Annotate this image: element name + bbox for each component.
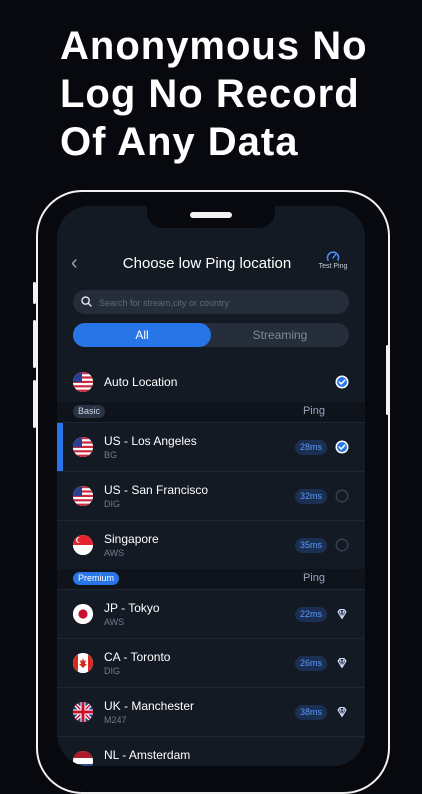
uk-flag-icon — [73, 702, 93, 722]
nav-bar: ‹ Choose low Ping location Test Ping — [57, 246, 365, 282]
location-row-singapore[interactable]: Singapore AWS 35ms — [57, 520, 365, 569]
auto-location-label: Auto Location — [104, 375, 178, 389]
location-row-uk-manchester[interactable]: UK - Manchester M247 38ms — [57, 687, 365, 736]
ping-badge: 22ms — [294, 607, 327, 622]
phone-volume-up — [33, 320, 36, 368]
test-ping-label: Test Ping — [318, 263, 348, 270]
headline: Anonymous No Log No Record Of Any Data — [60, 24, 368, 164]
us-flag-icon — [73, 486, 93, 506]
diamond-icon — [337, 706, 347, 718]
tab-all[interactable]: All — [73, 323, 211, 347]
location-provider: AWS — [104, 617, 125, 627]
back-icon[interactable]: ‹ — [71, 252, 78, 275]
us-flag-icon — [73, 372, 93, 392]
ping-badge: 28ms — [294, 440, 327, 455]
location-row-us-san-francisco[interactable]: US - San Francisco DIG 32ms — [57, 471, 365, 520]
location-name: NL - Amsterdam — [104, 748, 191, 762]
tab-streaming[interactable]: Streaming — [211, 323, 349, 347]
diamond-icon — [337, 608, 347, 620]
location-provider: BG — [104, 450, 118, 460]
us-flag-icon — [73, 437, 93, 457]
group-label-basic: Basic — [73, 405, 106, 418]
location-provider: DIG — [104, 666, 121, 676]
location-provider: DIG — [104, 499, 121, 509]
radio-empty-icon — [335, 538, 349, 552]
location-provider: AWS — [104, 548, 125, 558]
group-header-premium: Premium Ping — [57, 569, 365, 589]
check-circle-icon — [335, 375, 349, 389]
location-name: UK - Manchester — [104, 699, 195, 713]
phone-volume-down — [33, 380, 36, 428]
location-row-ca-toronto[interactable]: CA - Toronto DIG 26ms — [57, 638, 365, 687]
search-icon — [81, 296, 92, 307]
search-bar[interactable] — [73, 290, 349, 316]
jp-flag-icon — [73, 604, 93, 624]
app-screen: ‹ Choose low Ping location Test Ping All… — [57, 206, 365, 766]
ping-badge: 26ms — [294, 656, 327, 671]
ping-column-header: Ping — [302, 572, 325, 584]
location-name: US - Los Angeles — [104, 434, 197, 448]
location-name: US - San Francisco — [104, 483, 209, 497]
group-header-basic: Basic Ping — [57, 402, 365, 422]
group-label-premium: Premium — [73, 572, 120, 585]
speedometer-icon — [326, 251, 340, 261]
sg-flag-icon — [73, 535, 93, 555]
location-row-jp-tokyo[interactable]: JP - Tokyo AWS 22ms — [57, 589, 365, 638]
location-name: Singapore — [104, 532, 159, 546]
page-title: Choose low Ping location — [122, 255, 292, 272]
nl-flag-icon — [73, 751, 93, 766]
radio-empty-icon — [335, 489, 349, 503]
location-provider: M247 — [104, 715, 127, 725]
test-ping-button[interactable]: Test Ping — [313, 250, 353, 270]
phone-side-button — [33, 282, 36, 304]
check-circle-icon — [335, 440, 349, 454]
location-row-us-los-angeles[interactable]: US - Los Angeles BG 28ms — [57, 422, 365, 471]
tab-bar: All Streaming — [73, 323, 349, 347]
search-input[interactable] — [97, 290, 346, 316]
auto-location-row[interactable]: Auto Location — [57, 362, 365, 402]
ping-badge: 38ms — [294, 705, 327, 720]
location-list: Auto Location Basic Ping US - Los Angele… — [57, 362, 365, 766]
phone-power-button — [386, 345, 389, 415]
speaker — [190, 212, 232, 218]
location-name: CA - Toronto — [104, 650, 171, 664]
location-name: JP - Tokyo — [104, 601, 160, 615]
location-row-nl-amsterdam[interactable]: NL - Amsterdam — [57, 736, 365, 766]
ping-badge: 35ms — [294, 538, 327, 553]
ca-flag-icon — [73, 653, 93, 673]
diamond-icon — [337, 657, 347, 669]
ping-column-header: Ping — [302, 405, 325, 417]
ping-badge: 32ms — [294, 489, 327, 504]
